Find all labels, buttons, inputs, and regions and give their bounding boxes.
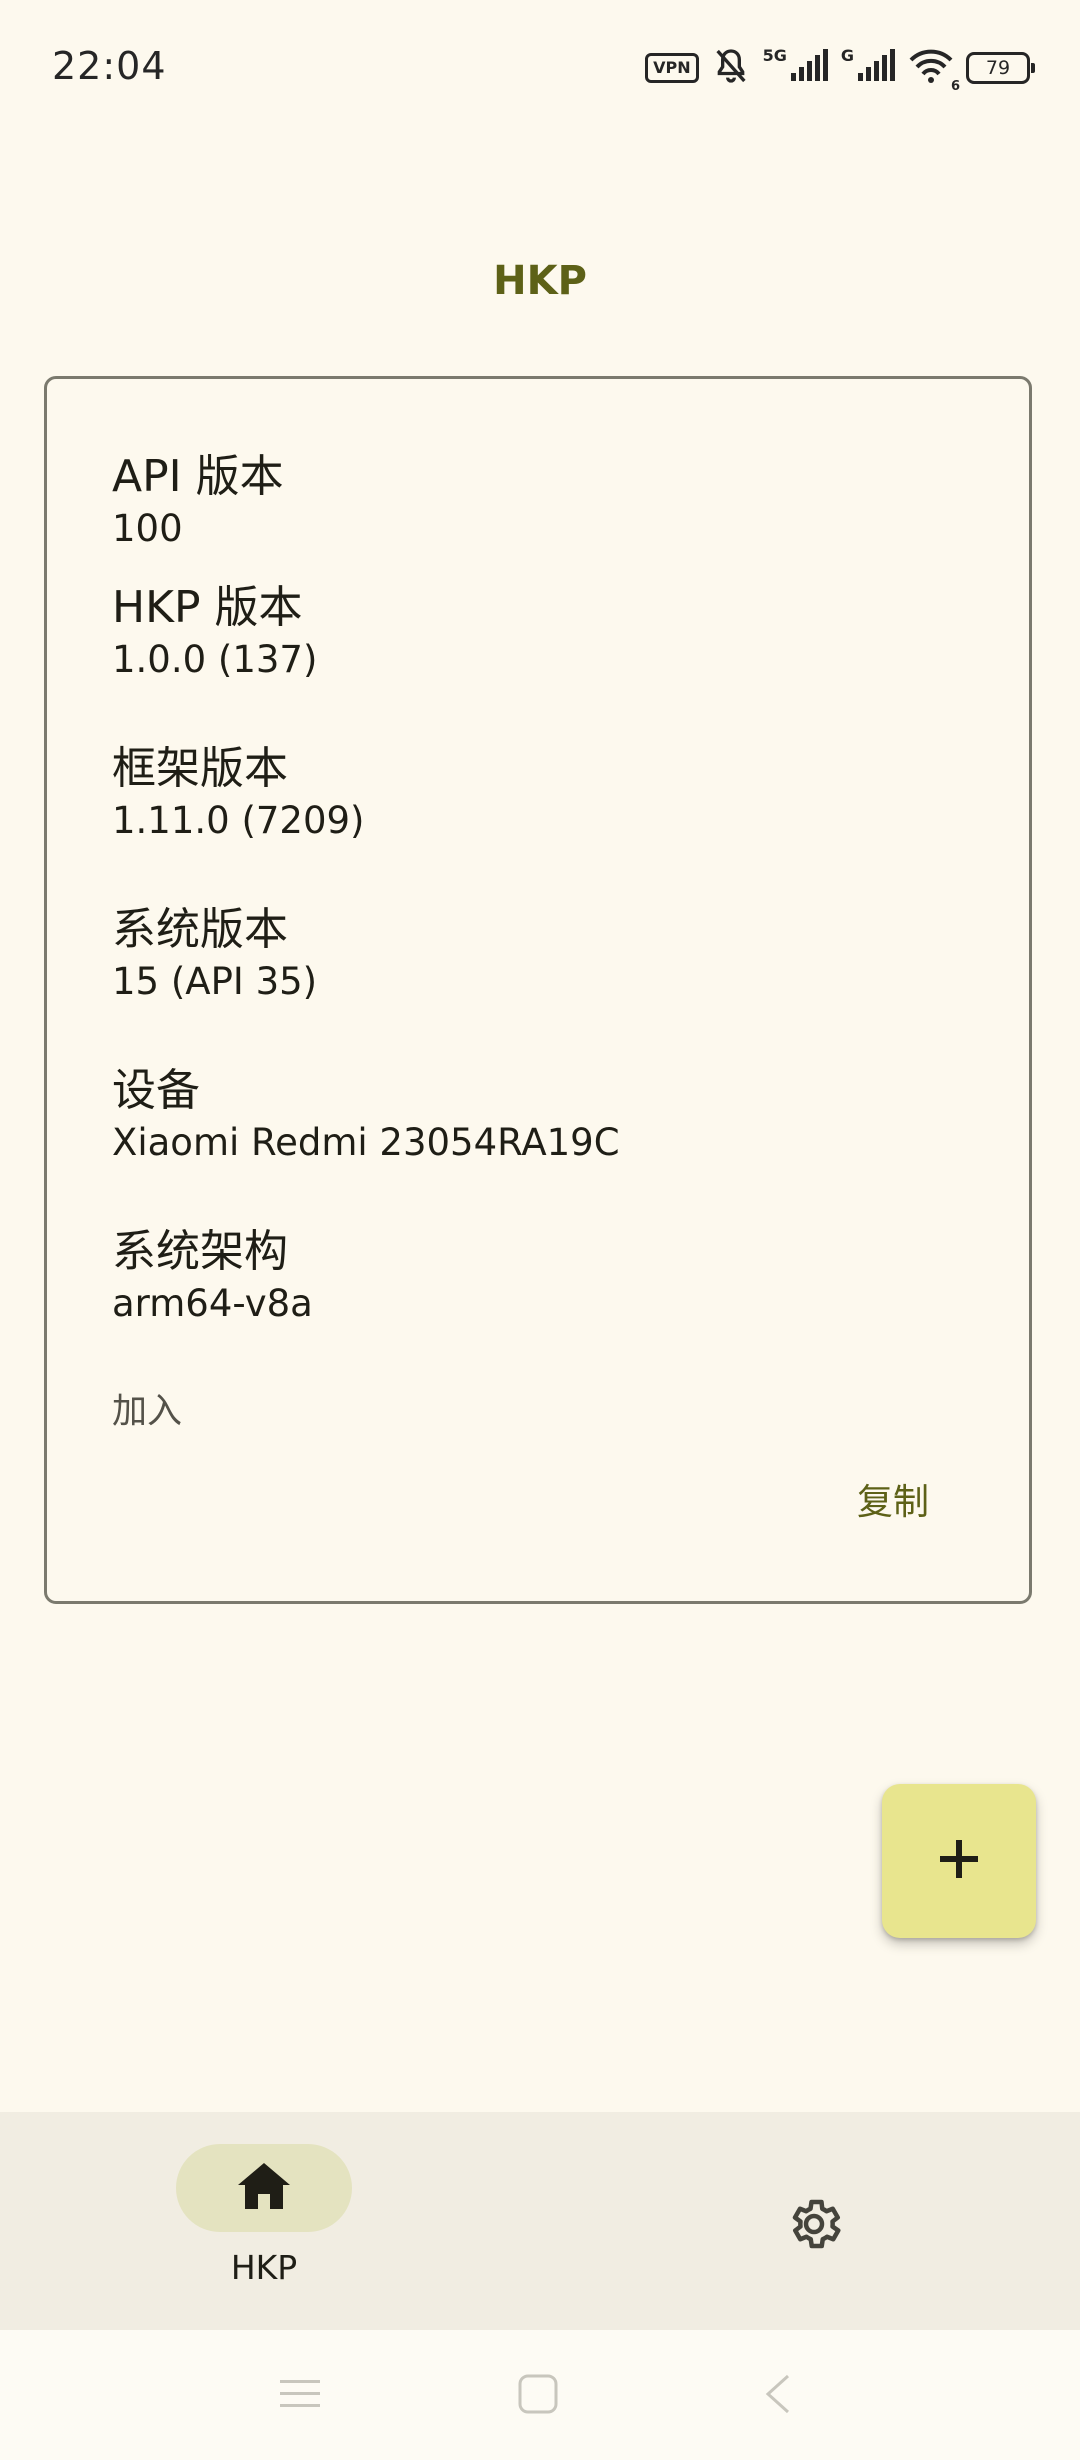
- info-label: 系统架构: [112, 1226, 288, 1277]
- wifi-subscript: 6: [950, 79, 960, 94]
- nav-item-settings[interactable]: [778, 2190, 850, 2262]
- info-item-system-version: 系统版本 15 (API 35): [112, 902, 317, 1006]
- vpn-icon: VPN: [645, 53, 699, 83]
- signal-icon-1: [789, 49, 829, 87]
- join-link[interactable]: 加入: [112, 1383, 182, 1434]
- signal-icon-2: [856, 49, 896, 87]
- info-item-architecture: 系统架构 arm64-v8a: [112, 1224, 313, 1328]
- status-icons: VPN 5G G 6 79: [645, 46, 1035, 94]
- info-value: 1.11.0 (7209): [112, 799, 365, 842]
- home-system-button[interactable]: [508, 2366, 568, 2426]
- gear-icon: [784, 2194, 844, 2258]
- sim2-type: G: [840, 46, 854, 65]
- app-title: HKP: [493, 258, 587, 304]
- info-value: Xiaomi Redmi 23054RA19C: [112, 1121, 620, 1164]
- home-square-icon: [517, 2373, 559, 2419]
- info-item-device: 设备 Xiaomi Redmi 23054RA19C: [112, 1063, 620, 1167]
- battery-icon: 79: [966, 52, 1035, 84]
- nav-label-home: HKP: [230, 2248, 298, 2287]
- back-icon: [760, 2373, 796, 2419]
- add-fab-button[interactable]: [882, 1784, 1036, 1938]
- info-label: API 版本: [112, 451, 284, 502]
- wifi-icon: 6: [908, 48, 960, 94]
- plus-icon: [936, 1836, 982, 1886]
- bottom-navigation: HKP: [0, 2112, 1080, 2330]
- system-navigation-bar: [0, 2330, 1080, 2460]
- menu-icon: [278, 2376, 322, 2416]
- sim1-type: 5G: [762, 46, 787, 65]
- info-item-api-version: API 版本 100: [112, 449, 284, 553]
- status-time: 22:04: [52, 44, 167, 88]
- home-icon: [236, 2161, 292, 2215]
- info-label: HKP 版本: [112, 582, 303, 633]
- bell-muted-icon: [711, 46, 751, 90]
- info-label: 设备: [112, 1065, 200, 1116]
- nav-item-home[interactable]: HKP: [176, 2144, 352, 2314]
- nav-active-indicator: [176, 2144, 352, 2232]
- info-item-framework-version: 框架版本 1.11.0 (7209): [112, 741, 364, 845]
- info-label: 系统版本: [112, 904, 288, 955]
- info-item-hkp-version: HKP 版本 1.0.0 (137): [112, 580, 317, 684]
- back-button[interactable]: [748, 2366, 808, 2426]
- recents-button[interactable]: [270, 2366, 330, 2426]
- info-card: API 版本 100 HKP 版本 1.0.0 (137) 框架版本 1.11.…: [44, 376, 1032, 1604]
- info-value: arm64-v8a: [112, 1282, 313, 1325]
- info-label: 框架版本: [112, 743, 288, 794]
- info-value: 100: [112, 507, 183, 550]
- info-value: 1.0.0 (137): [112, 638, 318, 681]
- info-value: 15 (API 35): [112, 960, 318, 1003]
- status-bar: 22:04 VPN 5G G 6 79: [0, 0, 1080, 140]
- copy-button[interactable]: 复制: [857, 1473, 929, 1525]
